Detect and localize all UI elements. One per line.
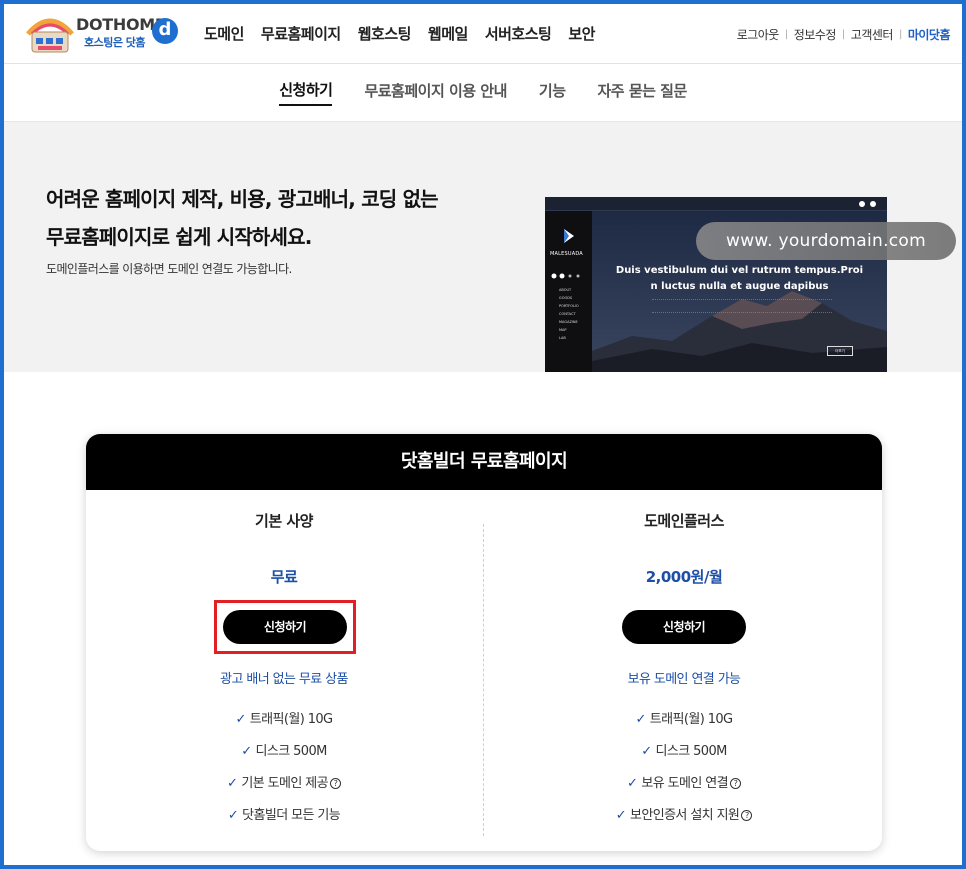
preview-sidebar: MALESUADA ABOUT GOODS PORTFOLIO CONTACT … bbox=[545, 211, 592, 372]
plan-plus-tagline: 보유 도메인 연결 가능 bbox=[627, 672, 741, 687]
main-nav: 도메인 무료홈페이지 웹호스팅 웹메일 서버호스팅 보안 bbox=[204, 23, 612, 44]
plan-basic-features: ✓ 트래픽(월) 10G ✓ 디스크 500M ✓ 기본 도메인 제공? ✓ 닷홈빌더 … bbox=[86, 708, 482, 836]
preview-title-line1: Duis vestibulum dui vel rutrum tempus.Pr… bbox=[615, 265, 864, 276]
column-divider bbox=[483, 524, 484, 836]
plus-apply-button[interactable]: 신청하기 bbox=[622, 610, 746, 644]
preview-title: Duis vestibulum dui vel rutrum tempus.Pr… bbox=[592, 263, 887, 295]
preview-dot-icon bbox=[870, 201, 876, 207]
preview-menu: ABOUT GOODS PORTFOLIO CONTACT MAGAZINE M… bbox=[559, 286, 579, 342]
nav-web-hosting[interactable]: 웹호스팅 bbox=[358, 23, 412, 44]
preview-title-line2: n luctus nulla et augue dapibus bbox=[650, 281, 829, 292]
help-icon[interactable]: ? bbox=[729, 778, 741, 789]
check-icon: ✓ bbox=[627, 776, 638, 791]
help-icon[interactable]: ? bbox=[741, 810, 753, 821]
preview-menu-item: MAGAZINE bbox=[559, 320, 578, 324]
sub-nav: 신청하기 무료홈페이지 이용 안내 기능 자주 묻는 질문 bbox=[4, 64, 962, 122]
dothome-logo[interactable]: DOTHOME 호스팅은 닷홈 d bbox=[24, 12, 184, 56]
nav-security[interactable]: 보안 bbox=[568, 23, 595, 44]
check-icon: ✓ bbox=[227, 776, 238, 791]
domain-url-badge: www. yourdomain.com bbox=[696, 222, 956, 260]
preview-more-button: 더보기 bbox=[827, 346, 853, 356]
tab-usage-guide[interactable]: 무료홈페이지 이용 안내 bbox=[364, 80, 507, 105]
nav-free-homepage[interactable]: 무료홈페이지 bbox=[261, 23, 341, 44]
preview-social-icons bbox=[551, 273, 580, 279]
preview-menu-item: CONTACT bbox=[559, 312, 576, 316]
feature-label: 기본 도메인 제공 bbox=[241, 776, 328, 791]
feature-item: ✓ 보안인증서 설치 지원? bbox=[486, 804, 882, 836]
preview-menu-item: GOODS bbox=[559, 296, 573, 300]
feature-item: ✓ 트래픽(월) 10G bbox=[486, 708, 882, 740]
plan-basic-title: 기본 사양 bbox=[255, 512, 313, 530]
plan-plus-title: 도메인플러스 bbox=[644, 512, 724, 530]
feature-item: ✓ 기본 도메인 제공? bbox=[86, 772, 482, 804]
feature-item: ✓ 보유 도메인 연결? bbox=[486, 772, 882, 804]
top-header: DOTHOME 호스팅은 닷홈 d 도메인 무료홈페이지 웹호스팅 웹메일 서버… bbox=[4, 4, 962, 64]
plan-card: 닷홈빌더 무료홈페이지 기본 사양 무료 신청하기 광고 배너 없는 무료 상품… bbox=[86, 434, 882, 851]
preview-menu-item: PORTFOLIO bbox=[559, 304, 579, 308]
edit-info-link[interactable]: 정보수정 bbox=[794, 26, 837, 43]
feature-item: ✓ 트래픽(월) 10G bbox=[86, 708, 482, 740]
preview-brand: MALESUADA bbox=[550, 251, 583, 257]
hero-headline: 어려운 홈페이지 제작, 비용, 광고배너, 코딩 없는 무료홈페이지로 쉽게 … bbox=[46, 180, 466, 256]
nav-domain[interactable]: 도메인 bbox=[204, 23, 244, 44]
tab-faq[interactable]: 자주 묻는 질문 bbox=[598, 80, 688, 105]
preview-body-text bbox=[652, 299, 832, 313]
logo-d-badge-icon: d bbox=[152, 18, 178, 44]
nav-webmail[interactable]: 웹메일 bbox=[428, 23, 468, 44]
feature-item: ✓ 디스크 500M bbox=[486, 740, 882, 772]
plan-basic-price: 무료 bbox=[270, 568, 298, 586]
hero-headline-line1: 어려운 홈페이지 제작, 비용, 광고배너, 코딩 없는 bbox=[46, 187, 439, 211]
check-icon: ✓ bbox=[235, 712, 246, 727]
hero-headline-line2: 무료홈페이지로 쉽게 시작하세요. bbox=[46, 225, 312, 249]
logo-tagline: 호스팅은 닷홈 bbox=[84, 36, 146, 49]
separator: | bbox=[841, 29, 845, 40]
help-icon[interactable]: ? bbox=[329, 778, 341, 789]
plan-basic: 기본 사양 무료 신청하기 광고 배너 없는 무료 상품 ✓ 트래픽(월) 10G… bbox=[86, 490, 482, 851]
preview-menu-item: ABOUT bbox=[559, 288, 572, 292]
check-icon: ✓ bbox=[615, 808, 627, 823]
logout-link[interactable]: 로그아웃 bbox=[737, 26, 780, 43]
tab-features[interactable]: 기능 bbox=[539, 80, 566, 105]
preview-dot-icon bbox=[859, 201, 865, 207]
feature-label: 디스크 500M bbox=[655, 744, 728, 759]
user-nav: 로그아웃 | 정보수정 | 고객센터 | 마이닷홈 bbox=[737, 26, 951, 43]
plan-domain-plus: 도메인플러스 2,000원/월 신청하기 보유 도메인 연결 가능 ✓ 트래픽(월… bbox=[486, 490, 882, 851]
my-dothome-link[interactable]: 마이닷홈 bbox=[908, 26, 951, 43]
separator: | bbox=[784, 29, 788, 40]
plan-card-title: 닷홈빌더 무료홈페이지 bbox=[86, 434, 882, 490]
basic-apply-button[interactable]: 신청하기 bbox=[223, 610, 347, 644]
preview-menu-item: MAP bbox=[559, 328, 567, 332]
feature-item: ✓ 닷홈빌더 모든 기능 bbox=[86, 804, 482, 836]
feature-label: 트래픽(월) 10G bbox=[249, 712, 333, 727]
hero-section: 어려운 홈페이지 제작, 비용, 광고배너, 코딩 없는 무료홈페이지로 쉽게 … bbox=[4, 122, 962, 372]
feature-label: 보안인증서 설치 지원 bbox=[629, 808, 740, 823]
nav-server-hosting[interactable]: 서버호스팅 bbox=[485, 23, 552, 44]
preview-logo-icon bbox=[564, 229, 574, 243]
house-logo-icon bbox=[26, 18, 74, 53]
plan-plus-features: ✓ 트래픽(월) 10G ✓ 디스크 500M ✓ 보유 도메인 연결? ✓ 보안인증서… bbox=[486, 708, 882, 836]
hero-subtext: 도메인플러스를 이용하면 도메인 연결도 가능합니다. bbox=[46, 262, 292, 276]
preview-topbar bbox=[545, 197, 887, 211]
feature-label: 트래픽(월) 10G bbox=[649, 712, 733, 727]
check-icon: ✓ bbox=[635, 712, 646, 727]
feature-item: ✓ 디스크 500M bbox=[86, 740, 482, 772]
plan-basic-tagline: 광고 배너 없는 무료 상품 bbox=[220, 672, 348, 687]
tab-apply[interactable]: 신청하기 bbox=[279, 79, 333, 106]
feature-label: 보유 도메인 연결 bbox=[641, 776, 728, 791]
separator: | bbox=[898, 29, 902, 40]
feature-label: 닷홈빌더 모든 기능 bbox=[242, 808, 341, 823]
feature-label: 디스크 500M bbox=[255, 744, 328, 759]
plan-plus-price: 2,000원/월 bbox=[645, 568, 723, 586]
check-icon: ✓ bbox=[227, 808, 239, 823]
browser-frame: DOTHOME 호스팅은 닷홈 d 도메인 무료홈페이지 웹호스팅 웹메일 서버… bbox=[0, 0, 966, 869]
check-icon: ✓ bbox=[241, 744, 252, 759]
preview-menu-item: LAB bbox=[559, 336, 566, 340]
check-icon: ✓ bbox=[641, 744, 652, 759]
support-link[interactable]: 고객센터 bbox=[851, 26, 894, 43]
